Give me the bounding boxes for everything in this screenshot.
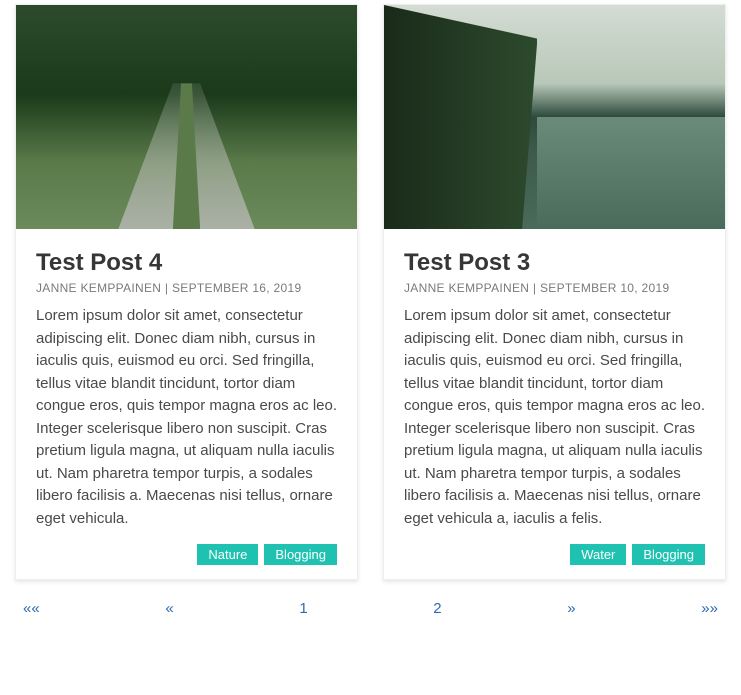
pagination-page-2[interactable]: 2 bbox=[427, 598, 447, 619]
tag-nature[interactable]: Nature bbox=[197, 544, 258, 565]
post-date: SEPTEMBER 16, 2019 bbox=[172, 281, 301, 295]
post-author[interactable]: JANNE KEMPPAINEN bbox=[36, 281, 161, 295]
post-tags: Water Blogging bbox=[404, 544, 705, 565]
post-date: SEPTEMBER 10, 2019 bbox=[540, 281, 669, 295]
post-tags: Nature Blogging bbox=[36, 544, 337, 565]
pagination-last[interactable]: »» bbox=[695, 598, 724, 619]
post-excerpt: Lorem ipsum dolor sit amet, consectetur … bbox=[404, 305, 705, 530]
pagination-page-1[interactable]: 1 bbox=[293, 598, 313, 619]
pagination: «« « 1 2 » »» bbox=[15, 598, 726, 619]
pagination-prev[interactable]: « bbox=[159, 598, 179, 619]
post-title[interactable]: Test Post 4 bbox=[36, 249, 337, 277]
post-content: Test Post 4 JANNE KEMPPAINEN | SEPTEMBER… bbox=[16, 229, 357, 579]
post-meta: JANNE KEMPPAINEN | SEPTEMBER 16, 2019 bbox=[36, 281, 337, 295]
post-excerpt: Lorem ipsum dolor sit amet, consectetur … bbox=[36, 305, 337, 530]
post-meta: JANNE KEMPPAINEN | SEPTEMBER 10, 2019 bbox=[404, 281, 705, 295]
posts-grid: Test Post 4 JANNE KEMPPAINEN | SEPTEMBER… bbox=[15, 4, 726, 580]
pagination-next[interactable]: » bbox=[561, 598, 581, 619]
post-content: Test Post 3 JANNE KEMPPAINEN | SEPTEMBER… bbox=[384, 229, 725, 579]
post-card: Test Post 4 JANNE KEMPPAINEN | SEPTEMBER… bbox=[15, 4, 358, 580]
post-title[interactable]: Test Post 3 bbox=[404, 249, 705, 277]
post-thumbnail[interactable] bbox=[16, 5, 357, 229]
tag-blogging[interactable]: Blogging bbox=[632, 544, 705, 565]
tag-blogging[interactable]: Blogging bbox=[264, 544, 337, 565]
post-author[interactable]: JANNE KEMPPAINEN bbox=[404, 281, 529, 295]
post-card: Test Post 3 JANNE KEMPPAINEN | SEPTEMBER… bbox=[383, 4, 726, 580]
pagination-first[interactable]: «« bbox=[17, 598, 46, 619]
tag-water[interactable]: Water bbox=[570, 544, 626, 565]
post-thumbnail[interactable] bbox=[384, 5, 725, 229]
